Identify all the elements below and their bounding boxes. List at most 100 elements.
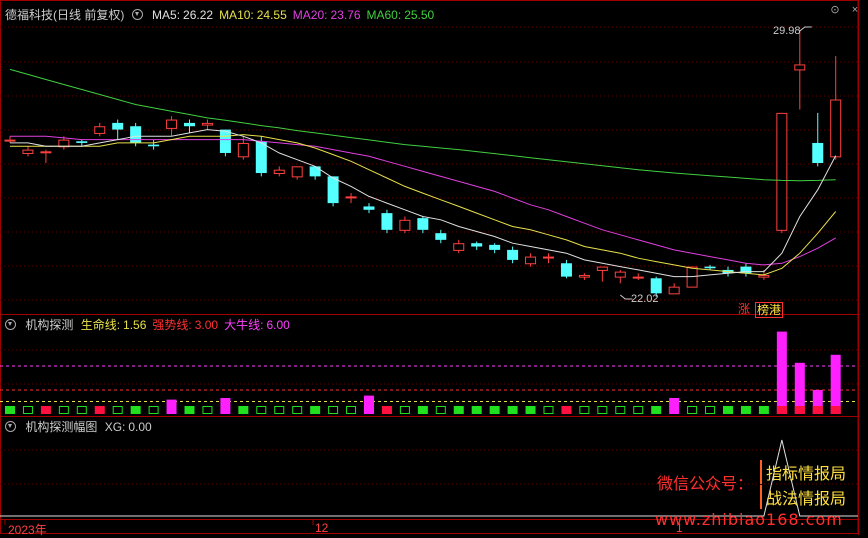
- candle-body-up: [632, 276, 644, 279]
- ind1-bar: [40, 406, 51, 414]
- ind1-bar-hollow: [112, 406, 123, 414]
- candle-body-up: [345, 196, 357, 199]
- candle-body-up: [22, 149, 34, 154]
- ind1-bar-base: [776, 406, 787, 414]
- ind2-legend-item-value: 0.00: [128, 420, 152, 434]
- candle-body-up: [830, 99, 842, 158]
- ind1-legend-item-2: 大牛线: 6.00: [224, 318, 290, 332]
- dragon-tiger-tag[interactable]: 榜港: [755, 302, 784, 318]
- candle-body-up: [596, 266, 608, 271]
- indicator1-legend: 机构探测 生命线: 1.56 强势线: 3.00 大牛线: 6.00: [5, 317, 302, 333]
- candle-body-down: [435, 233, 447, 240]
- close-icon[interactable]: ×: [850, 5, 860, 16]
- indicator1-toggle-icon[interactable]: [5, 319, 16, 330]
- ind1-bar-hollow: [346, 406, 357, 414]
- ind1-bar-hollow: [687, 406, 698, 414]
- settings-icon[interactable]: ⊙: [830, 5, 840, 16]
- candle-body-down: [417, 218, 429, 230]
- ind2-legend-item-0: XG: 0.00: [105, 420, 152, 434]
- limit-up-tag[interactable]: 涨: [737, 302, 751, 316]
- candle-body-up: [40, 151, 52, 154]
- ind1-bar-hollow: [256, 406, 267, 414]
- x-axis-label-dec: 12: [315, 521, 329, 535]
- indicator2-legend: 机构探测幅图 XG: 0.00: [5, 419, 164, 435]
- ind1-bar: [220, 398, 231, 414]
- ind1-bar: [310, 406, 321, 414]
- ind1-bar: [830, 354, 841, 414]
- candle-body-up: [525, 256, 537, 265]
- high-price-label: 29.98: [773, 25, 801, 37]
- ma-legend-item-0: MA5: 26.22: [152, 8, 213, 22]
- ind1-bar: [471, 406, 482, 414]
- candle-body-down: [184, 122, 195, 127]
- ind1-bar-hollow: [543, 406, 554, 414]
- candle-body-up: [758, 274, 770, 278]
- candle-body-down: [327, 176, 339, 204]
- ind1-bar: [130, 406, 141, 414]
- ind1-legend-item-value: 1.56: [123, 318, 147, 332]
- candle-body-up: [166, 119, 178, 129]
- watermark-url: www.zhibiao168.com: [655, 510, 843, 529]
- ind1-bar-hollow: [615, 406, 626, 414]
- ind1-bar-hollow: [58, 406, 69, 414]
- low-price-label: 22.02: [631, 293, 659, 305]
- ma-legend-item-value: 23.76: [330, 8, 361, 22]
- candle-body-down: [130, 126, 142, 143]
- ind1-bar: [5, 406, 15, 414]
- ma-legend-item-name: MA60:: [366, 8, 402, 22]
- candle-body-up: [94, 126, 106, 134]
- candle-body-down: [112, 122, 124, 130]
- ind1-bar: [238, 406, 249, 414]
- ma-legend-item-value: 24.55: [256, 8, 287, 22]
- legend-toggle-icon[interactable]: [131, 9, 143, 20]
- high-marker: [799, 26, 812, 32]
- ma-legend-item-1: MA10: 24.55: [219, 8, 287, 22]
- ma-legend: MA5: 26.22 MA10: 24.55 MA20: 23.76 MA60: 25.50: [152, 8, 440, 22]
- indicator1-values: 生命线: 1.56 强势线: 3.00 大牛线: 6.00: [81, 318, 296, 332]
- ind1-legend-item-name: 大牛线:: [224, 318, 264, 332]
- candle-body-down: [560, 263, 572, 277]
- ind1-bar: [723, 406, 733, 414]
- main-legend: 德福科技(日线 前复权) MA5: 26.22 MA10: 24.55 MA20: 23.…: [5, 7, 446, 23]
- ind1-legend-item-value: 6.00: [266, 318, 290, 332]
- kline-chart-window: 德福科技(日线 前复权) MA5: 26.22 MA10: 24.55 MA20: 23.…: [0, 0, 868, 537]
- ma-legend-item-name: MA10:: [219, 8, 254, 22]
- candle-body-up: [794, 64, 806, 71]
- candle-body-up: [776, 112, 788, 231]
- ind1-bar-base: [812, 406, 823, 414]
- ind1-bar-hollow: [597, 406, 608, 414]
- candle-body-down: [148, 144, 160, 147]
- ind1-bar: [651, 406, 662, 414]
- candle-body-up: [201, 122, 213, 126]
- ind1-bar-hollow: [579, 406, 590, 414]
- candle-body-down: [704, 266, 716, 269]
- ind1-bar: [669, 398, 680, 414]
- ind1-bar-hollow: [274, 406, 285, 414]
- chart-frame: [0, 0, 859, 534]
- ind1-bar-hollow: [76, 406, 87, 414]
- ind1-bar: [740, 406, 751, 414]
- ind1-bar: [561, 406, 572, 414]
- ma-legend-item-value: 25.50: [404, 8, 435, 22]
- ind1-legend-item-1: 强势线: 3.00: [152, 318, 218, 332]
- indicator2-toggle-icon[interactable]: [5, 421, 16, 432]
- candle-body-up: [237, 142, 249, 158]
- ind1-bar: [758, 406, 769, 414]
- ind1-bar-hollow: [292, 406, 303, 414]
- candle-body-up: [399, 219, 411, 231]
- ind1-bar-hollow: [328, 406, 339, 414]
- ind1-bar-hollow: [435, 406, 446, 414]
- ind1-legend-item-value: 3.00: [194, 318, 219, 332]
- ind1-bar: [489, 406, 500, 414]
- candle-body-up: [686, 266, 698, 288]
- ma20-line: [10, 135, 836, 266]
- ma10-line: [10, 134, 837, 276]
- ind1-bar: [364, 395, 374, 414]
- candle-body-down: [650, 278, 662, 294]
- ind1-bar: [453, 406, 464, 414]
- ind2-legend-item-name: XG:: [104, 420, 126, 434]
- candle-body-down: [363, 206, 375, 210]
- chart-canvas[interactable]: [0, 0, 868, 535]
- candle-body-down: [507, 249, 519, 260]
- ind1-bar: [417, 406, 428, 414]
